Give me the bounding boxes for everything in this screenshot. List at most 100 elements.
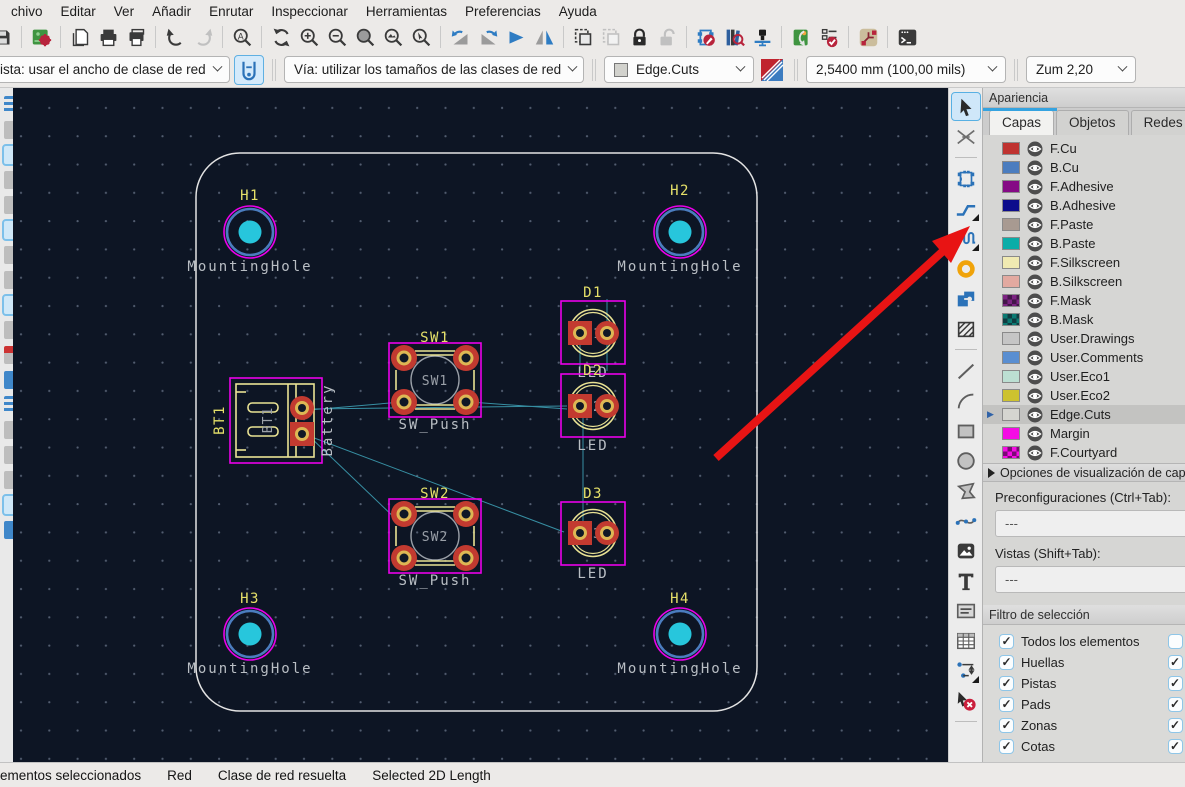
edit-footprint-icon[interactable] (693, 24, 719, 50)
grid-select[interactable]: 2,5400 mm (100,00 mils) (806, 56, 1006, 83)
menu-item[interactable]: Añadir (143, 2, 200, 21)
via-size-select[interactable]: Vía: utilizar los tamaños de las clases … (284, 56, 584, 83)
menu-item[interactable]: Ayuda (550, 2, 606, 21)
menu-item[interactable]: Enrutar (200, 2, 262, 21)
search-libraries-icon[interactable] (721, 24, 747, 50)
layer-color-swatch[interactable] (1002, 256, 1020, 269)
tab-capas[interactable]: Capas (983, 108, 1058, 135)
add-rule-area-tool[interactable] (952, 315, 980, 342)
lock-icon[interactable] (626, 24, 652, 50)
views-select[interactable]: --- (995, 566, 1185, 593)
active-layer-select[interactable]: Edge.Cuts (604, 56, 754, 83)
add-table-tool[interactable] (952, 627, 980, 654)
menu-item[interactable]: Inspeccionar (262, 2, 357, 21)
draw-rectangle-tool[interactable] (952, 417, 980, 444)
left-tool-partial-icon[interactable] (2, 144, 13, 166)
layer-row[interactable]: ▶ B.Mask (983, 310, 1185, 329)
menu-item[interactable]: Preferencias (456, 2, 550, 21)
left-tool-partial-icon[interactable] (4, 171, 13, 189)
layer-visibility-eye-icon[interactable] (1027, 293, 1043, 309)
layer-row[interactable]: ▶ F.Courtyard (983, 443, 1185, 462)
board-setup-icon[interactable] (28, 24, 54, 50)
mirror-icon[interactable] (531, 24, 557, 50)
checkbox[interactable] (999, 696, 1014, 712)
appearance-header[interactable]: Apariencia (983, 88, 1185, 108)
inspect-stand-icon[interactable] (749, 24, 775, 50)
menu-item[interactable]: Ver (105, 2, 143, 21)
zoom-in-icon[interactable] (296, 24, 322, 50)
checkbox[interactable] (999, 633, 1014, 649)
layer-color-swatch[interactable] (1002, 332, 1020, 345)
layer-color-swatch[interactable] (1002, 142, 1020, 155)
filter-item[interactable]: Todos los elementos (999, 633, 1140, 649)
layer-row[interactable]: ▶ User.Eco1 (983, 367, 1185, 386)
filter-item[interactable]: Text (1167, 654, 1185, 670)
add-dimension-tool[interactable] (952, 657, 980, 684)
pcb-canvas[interactable]: H1 MountingHole H2 MountingHole H3 Mount… (13, 88, 970, 762)
layer-row[interactable]: ▶ User.Eco2 (983, 386, 1185, 405)
checkbox[interactable] (1167, 696, 1183, 712)
layer-color-swatch[interactable] (1002, 408, 1020, 421)
left-tool-partial-icon[interactable] (4, 321, 13, 339)
ungroup-icon[interactable] (598, 24, 624, 50)
checkbox[interactable] (1167, 738, 1183, 754)
layer-row[interactable]: ▶ F.Paste (983, 215, 1185, 234)
add-text-tool[interactable] (952, 567, 980, 594)
layer-row[interactable]: ▶ Edge.Cuts (983, 405, 1185, 424)
layer-visibility-eye-icon[interactable] (1027, 217, 1043, 233)
layer-visibility-eye-icon[interactable] (1027, 445, 1043, 461)
layer-visibility-eye-icon[interactable] (1027, 350, 1043, 366)
checkbox[interactable] (1167, 675, 1183, 691)
checkbox[interactable] (999, 738, 1014, 754)
layer-visibility-eye-icon[interactable] (1027, 236, 1043, 252)
draw-line-tool[interactable] (952, 357, 980, 384)
unlock-icon[interactable] (654, 24, 680, 50)
layer-visibility-eye-icon[interactable] (1027, 255, 1043, 271)
layer-row[interactable]: ▶ B.Cu (983, 158, 1185, 177)
layer-visibility-eye-icon[interactable] (1027, 160, 1043, 176)
layer-color-swatch[interactable] (1002, 218, 1020, 231)
checkbox[interactable] (1167, 717, 1183, 733)
layer-row[interactable]: ▶ B.Silkscreen (983, 272, 1185, 291)
layer-color-swatch[interactable] (1002, 294, 1020, 307)
layer-row[interactable]: ▶ F.Mask (983, 291, 1185, 310)
layer-row[interactable]: ▶ F.Adhesive (983, 177, 1185, 196)
filter-item[interactable]: Área (1167, 717, 1185, 733)
layer-row[interactable]: ▶ User.Drawings (983, 329, 1185, 348)
left-tool-partial-icon[interactable] (4, 96, 13, 114)
rotate-ccw-icon[interactable] (447, 24, 473, 50)
layer-color-swatch[interactable] (1002, 237, 1020, 250)
filter-item[interactable]: Gráf (1167, 696, 1185, 712)
menu-item[interactable]: chivo (2, 2, 52, 21)
filter-item[interactable]: Elem (1167, 633, 1185, 649)
layer-row[interactable]: ▶ User.Comments (983, 348, 1185, 367)
left-tool-partial-icon[interactable] (4, 121, 13, 139)
find-icon[interactable]: A (229, 24, 255, 50)
layer-pair-indicator[interactable] (758, 55, 786, 85)
layer-color-swatch[interactable] (1002, 389, 1020, 402)
checkbox[interactable] (999, 654, 1014, 670)
layer-color-swatch[interactable] (1002, 199, 1020, 212)
filter-item[interactable]: Pads (999, 696, 1140, 712)
layer-color-swatch[interactable] (1002, 427, 1020, 440)
layer-display-options-collapsed[interactable]: Opciones de visualización de cap (983, 463, 1185, 482)
net-inspector-icon[interactable] (855, 24, 881, 50)
left-tool-partial-icon[interactable] (4, 246, 13, 264)
layer-visibility-eye-icon[interactable] (1027, 331, 1043, 347)
left-tool-partial-icon[interactable] (4, 446, 13, 464)
menu-item[interactable]: Herramientas (357, 2, 456, 21)
select-tool[interactable] (950, 92, 981, 121)
layer-row[interactable]: ▶ F.Cu (983, 139, 1185, 158)
left-tool-partial-icon[interactable] (2, 494, 13, 516)
checkbox[interactable] (999, 675, 1014, 691)
zoom-out-icon[interactable] (324, 24, 350, 50)
layer-visibility-eye-icon[interactable] (1027, 369, 1043, 385)
left-tool-partial-icon[interactable] (4, 271, 13, 289)
page-settings-icon[interactable] (67, 24, 93, 50)
zoom-fit-icon[interactable] (352, 24, 378, 50)
layer-row[interactable]: ▶ B.Paste (983, 234, 1185, 253)
add-image-tool[interactable] (952, 537, 980, 564)
scripting-console-icon[interactable] (894, 24, 920, 50)
layer-color-swatch[interactable] (1002, 275, 1020, 288)
rotate-cw-icon[interactable] (475, 24, 501, 50)
